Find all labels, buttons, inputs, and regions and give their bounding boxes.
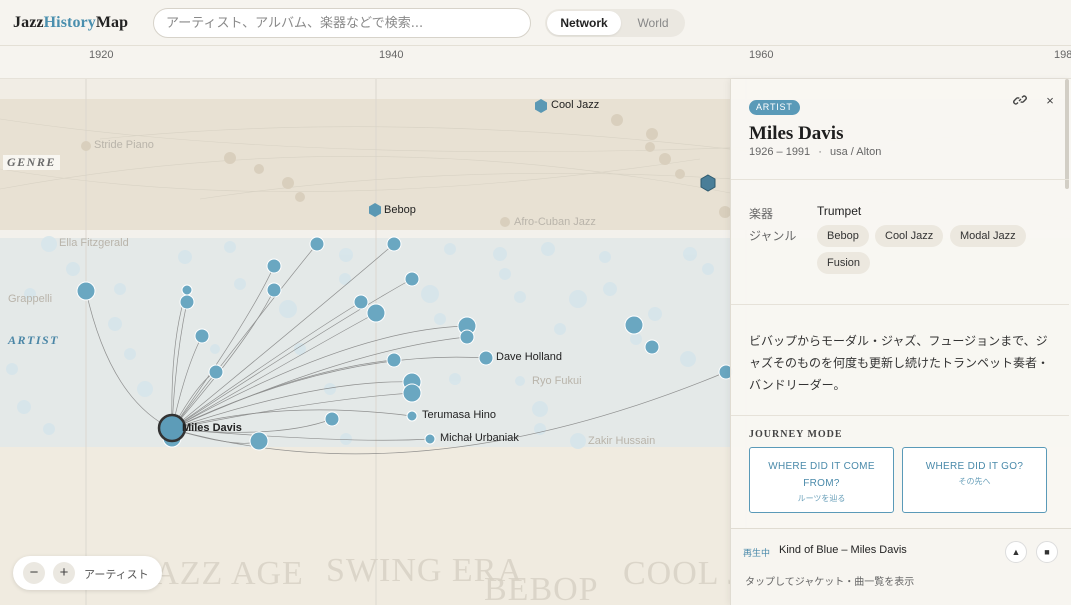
zoom-out-button[interactable]: − bbox=[23, 562, 45, 584]
year-label: 198 bbox=[1054, 49, 1071, 61]
artist-label[interactable]: Zakir Hussain bbox=[588, 435, 655, 447]
instrument-value: Trumpet bbox=[817, 204, 862, 218]
artist-label[interactable]: Grappelli bbox=[8, 293, 52, 305]
genre-label: ジャンル bbox=[749, 229, 797, 243]
artist-label[interactable]: Miles Davis bbox=[182, 422, 242, 434]
year-label: 1940 bbox=[379, 49, 404, 61]
close-icon[interactable]: × bbox=[1042, 93, 1058, 109]
link-icon[interactable] bbox=[1012, 93, 1028, 109]
search-input[interactable] bbox=[153, 8, 531, 38]
app-header: JazzHistoryMap Network World bbox=[0, 0, 1071, 46]
artist-meta: 1926 – 1991 · usa / Alton bbox=[749, 146, 882, 158]
journey-mode-title: JOURNEY MODE bbox=[749, 429, 843, 440]
artist-description: ビバップからモーダル・ジャズ、フュージョンまで、ジャズそのものを何度も更新し続け… bbox=[749, 334, 1050, 392]
artist-name: Miles Davis bbox=[749, 123, 844, 144]
genre-chip[interactable]: Cool Jazz bbox=[875, 225, 944, 247]
genre-label[interactable]: Stride Piano bbox=[94, 139, 154, 151]
view-world-button[interactable]: World bbox=[625, 11, 681, 35]
year-label: 1920 bbox=[89, 49, 114, 61]
artist-label[interactable]: Dave Holland bbox=[496, 351, 562, 363]
now-playing-bar[interactable]: 再生中 Kind of Blue – Miles Davis ▲ ■ タップして… bbox=[731, 528, 1071, 605]
app-logo[interactable]: JazzHistoryMap bbox=[13, 14, 128, 32]
era-label: JAZZ AGE bbox=[140, 555, 304, 592]
artist-band-label: ARTIST bbox=[8, 333, 60, 347]
genre-label[interactable]: Cool Jazz bbox=[551, 99, 599, 111]
track-title[interactable]: Kind of Blue – Miles Davis bbox=[779, 544, 907, 556]
view-network-button[interactable]: Network bbox=[547, 11, 621, 35]
timeline-axis: 1920 1940 1960 198 bbox=[0, 46, 1071, 79]
stop-icon[interactable]: ■ bbox=[1036, 541, 1058, 563]
genre-band-label: GENRE bbox=[3, 155, 60, 170]
journey-from-button[interactable]: WHERE DID IT COME FROM? ルーツを辿る bbox=[749, 447, 894, 513]
genre-label[interactable]: Bebop bbox=[384, 204, 416, 216]
panel-divider bbox=[731, 179, 1069, 180]
entity-type-badge: ARTIST bbox=[749, 100, 800, 115]
genre-chip[interactable]: Fusion bbox=[817, 252, 871, 274]
genre-chip[interactable]: Modal Jazz bbox=[950, 225, 1026, 247]
genre-chip[interactable]: Bebop bbox=[817, 225, 869, 247]
journey-to-button[interactable]: WHERE DID IT GO? その先へ bbox=[902, 447, 1047, 513]
instrument-label: 楽器 bbox=[749, 207, 774, 221]
genre-label[interactable]: Afro-Cuban Jazz bbox=[514, 216, 596, 228]
genre-node-selected bbox=[700, 174, 716, 192]
artist-label[interactable]: Terumasa Hino bbox=[422, 409, 496, 421]
panel-divider bbox=[731, 304, 1069, 305]
view-toggle: Network World bbox=[545, 9, 685, 37]
artist-label[interactable]: Michał Urbaniak bbox=[440, 432, 519, 444]
playing-status: 再生中 bbox=[743, 548, 771, 558]
era-label: BEBOP bbox=[484, 571, 599, 605]
expand-icon[interactable]: ▲ bbox=[1005, 541, 1027, 563]
year-label: 1960 bbox=[749, 49, 774, 61]
zoom-control: − + アーティスト bbox=[13, 556, 162, 590]
artist-label[interactable]: Ella Fitzgerald bbox=[59, 237, 129, 249]
zoom-in-button[interactable]: + bbox=[53, 562, 75, 584]
player-hint: タップしてジャケット・曲一覧を表示 bbox=[745, 577, 915, 588]
artist-label[interactable]: Ryo Fukui bbox=[532, 375, 582, 387]
panel-scrollbar[interactable] bbox=[1065, 79, 1069, 189]
zoom-level-label: アーティスト bbox=[84, 569, 149, 581]
artist-detail-panel: ARTIST × Miles Davis 1926 – 1991 · usa /… bbox=[730, 79, 1071, 605]
panel-divider bbox=[731, 415, 1069, 416]
